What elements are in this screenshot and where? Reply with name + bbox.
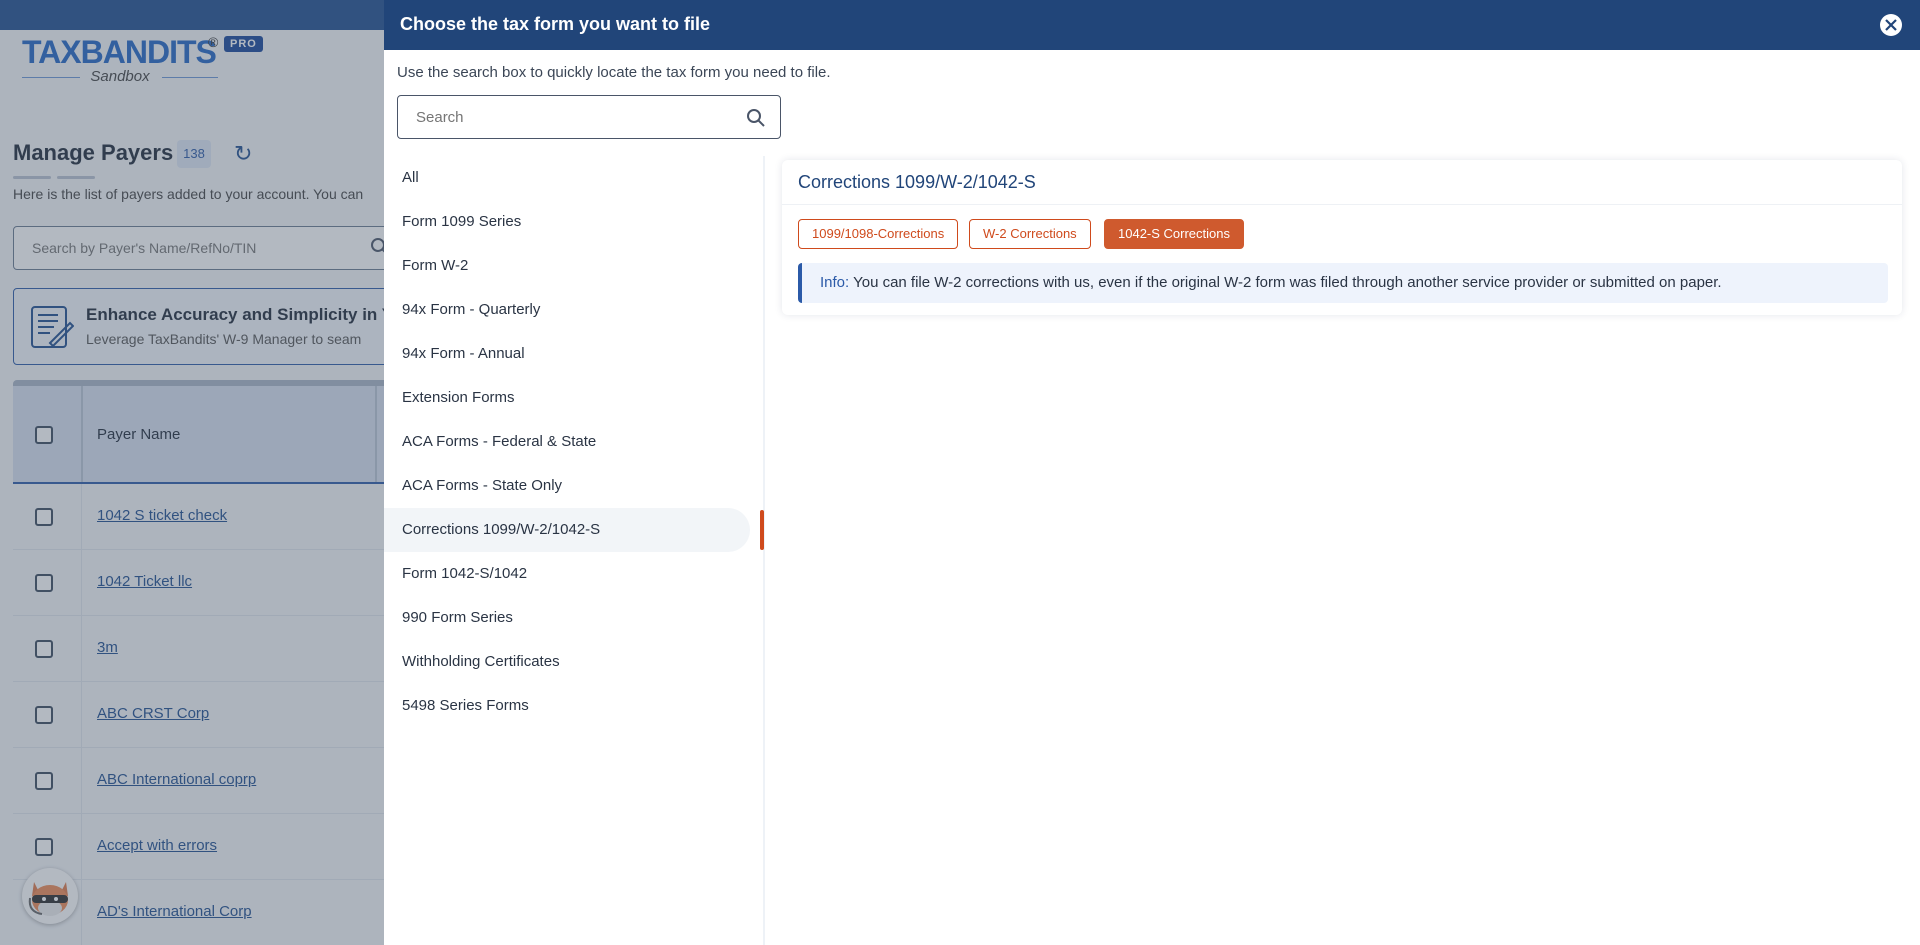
- category-extension-forms[interactable]: Extension Forms: [384, 376, 764, 420]
- info-label: Info:: [820, 274, 850, 291]
- category-list-divider: [763, 156, 765, 945]
- close-icon: [1885, 19, 1897, 31]
- form-search-field[interactable]: [397, 95, 781, 139]
- choose-tax-form-modal: Choose the tax form you want to file Use…: [384, 0, 1920, 945]
- form-search-input[interactable]: [398, 96, 780, 138]
- category-94x-annual[interactable]: 94x Form - Annual: [384, 332, 764, 376]
- category-form-w2[interactable]: Form W-2: [384, 244, 764, 288]
- panel-title: Corrections 1099/W-2/1042-S: [798, 172, 1036, 192]
- panel-divider: [782, 204, 1902, 205]
- category-form-1099-series[interactable]: Form 1099 Series: [384, 200, 764, 244]
- category-5498-series[interactable]: 5498 Series Forms: [384, 684, 764, 728]
- info-text: You can file W-2 corrections with us, ev…: [853, 274, 1722, 291]
- form-options-panel: Corrections 1099/W-2/1042-S 1099/1098-Co…: [782, 160, 1902, 315]
- category-all[interactable]: All: [384, 156, 764, 200]
- 1042s-corrections-button[interactable]: 1042-S Corrections: [1104, 219, 1244, 249]
- close-button[interactable]: [1880, 14, 1902, 36]
- category-aca-state-only[interactable]: ACA Forms - State Only: [384, 464, 764, 508]
- search-hint: Use the search box to quickly locate the…: [397, 64, 831, 81]
- category-aca-federal-state[interactable]: ACA Forms - Federal & State: [384, 420, 764, 464]
- active-category-indicator: [760, 510, 764, 550]
- category-corrections[interactable]: Corrections 1099/W-2/1042-S: [384, 508, 750, 552]
- modal-title: Choose the tax form you want to file: [400, 14, 711, 34]
- form-category-list: All Form 1099 Series Form W-2 94x Form -…: [384, 156, 764, 945]
- category-form-1042s-1042[interactable]: Form 1042-S/1042: [384, 552, 764, 596]
- info-message: Info: You can file W-2 corrections with …: [798, 263, 1888, 303]
- category-withholding-certificates[interactable]: Withholding Certificates: [384, 640, 764, 684]
- w2-corrections-button[interactable]: W-2 Corrections: [969, 219, 1091, 249]
- category-990-series[interactable]: 990 Form Series: [384, 596, 764, 640]
- 1099-1098-corrections-button[interactable]: 1099/1098-Corrections: [798, 219, 959, 249]
- modal-header: Choose the tax form you want to file: [384, 0, 1920, 50]
- category-94x-quarterly[interactable]: 94x Form - Quarterly: [384, 288, 764, 332]
- search-icon[interactable]: [746, 108, 766, 128]
